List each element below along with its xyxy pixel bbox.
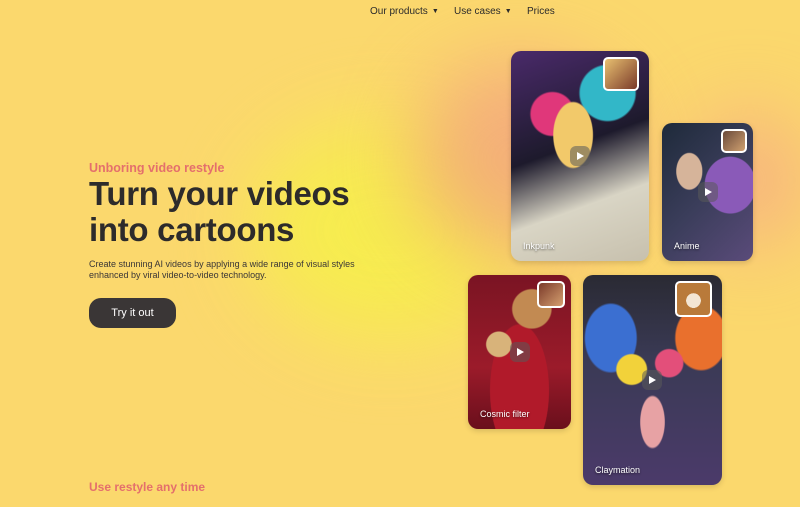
section-heading-use-restyle: Use restyle any time — [89, 480, 206, 494]
nav-item-label: Our products — [370, 6, 428, 17]
play-icon[interactable] — [698, 182, 718, 202]
try-it-out-button[interactable]: Try it out — [89, 298, 176, 328]
hero-eyebrow: Unboring video restyle — [89, 161, 225, 175]
style-card-label: Inkpunk — [523, 241, 555, 251]
nav-our-products[interactable]: Our products ▼ — [370, 6, 439, 17]
play-icon[interactable] — [642, 370, 662, 390]
headline-line-1: Turn your videos — [89, 175, 350, 212]
nav-use-cases[interactable]: Use cases ▼ — [454, 6, 512, 17]
style-card-label: Claymation — [595, 465, 641, 475]
headline-line-2: into cartoons — [89, 211, 295, 248]
style-card-claymation[interactable]: Claymation — [583, 275, 722, 485]
play-icon[interactable] — [570, 146, 590, 166]
style-card-label: Cosmic filter — [480, 409, 530, 419]
original-thumbnail — [675, 281, 712, 317]
original-thumbnail — [537, 281, 565, 308]
nav-item-label: Prices — [527, 6, 555, 17]
style-card-label: Anime — [674, 241, 700, 251]
hero-headline: Turn your videos into cartoons — [89, 175, 350, 248]
original-thumbnail — [603, 57, 639, 91]
chevron-down-icon: ▼ — [504, 8, 512, 15]
original-thumbnail — [721, 129, 747, 153]
hero-description: Create stunning AI videos by applying a … — [89, 259, 355, 280]
style-card-inkpunk[interactable]: Inkpunk — [511, 51, 649, 261]
style-card-cosmic-filter[interactable]: Cosmic filter — [468, 275, 571, 429]
top-nav: Our products ▼ Use cases ▼ Prices — [0, 0, 800, 24]
chevron-down-icon: ▼ — [431, 8, 439, 15]
play-icon[interactable] — [510, 342, 530, 362]
nav-item-label: Use cases — [454, 6, 501, 17]
nav-prices[interactable]: Prices — [527, 6, 555, 17]
style-card-anime[interactable]: Anime — [662, 123, 753, 261]
